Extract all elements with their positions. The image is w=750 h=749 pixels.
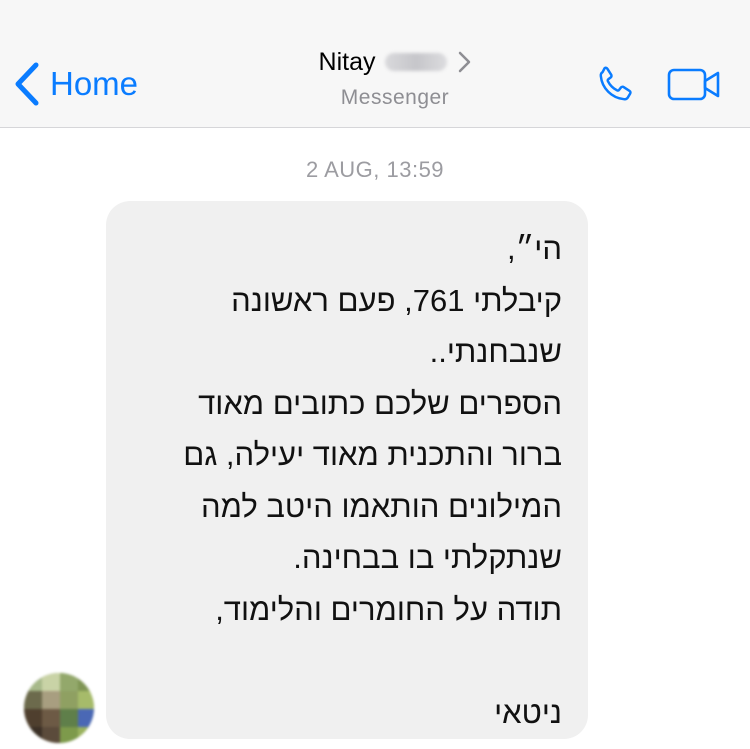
message-line: הספרים שלכם כתובים מאוד bbox=[198, 385, 562, 421]
conversation-subtitle: Messenger bbox=[340, 86, 450, 109]
video-camera-icon bbox=[667, 68, 721, 106]
contact-name: Nitay bbox=[318, 48, 376, 76]
message-line: קיבלתי 761, פעם ראשונה bbox=[231, 282, 562, 318]
phone-icon bbox=[592, 66, 638, 112]
message-line: המילונים הותאמו היטב למה bbox=[201, 488, 562, 524]
sender-avatar[interactable] bbox=[24, 673, 94, 743]
navigation-bar: Home Nitay Messenger bbox=[0, 0, 750, 128]
received-message-bubble[interactable]: הי״, קיבלתי 761, פעם ראשונה שנבחנתי.. הס… bbox=[106, 201, 588, 739]
message-line: שנתקלתי בו בבחינה. bbox=[293, 540, 562, 575]
message-line: ברור והתכנית מאוד יעילה, גם bbox=[183, 437, 562, 472]
chevron-right-icon bbox=[457, 51, 471, 73]
call-button[interactable] bbox=[592, 62, 638, 113]
message-line: ניטאי bbox=[494, 694, 562, 730]
message-timestamp: 2 AUG, 13:59 bbox=[305, 157, 445, 182]
redacted-surname bbox=[385, 53, 448, 71]
message-line: תודה על החומרים והלימוד, bbox=[215, 591, 562, 627]
video-call-button[interactable] bbox=[667, 68, 721, 107]
message-line bbox=[132, 635, 562, 687]
message-line: שנבחנתי.. bbox=[429, 334, 562, 369]
message-line: הי״, bbox=[506, 231, 562, 266]
